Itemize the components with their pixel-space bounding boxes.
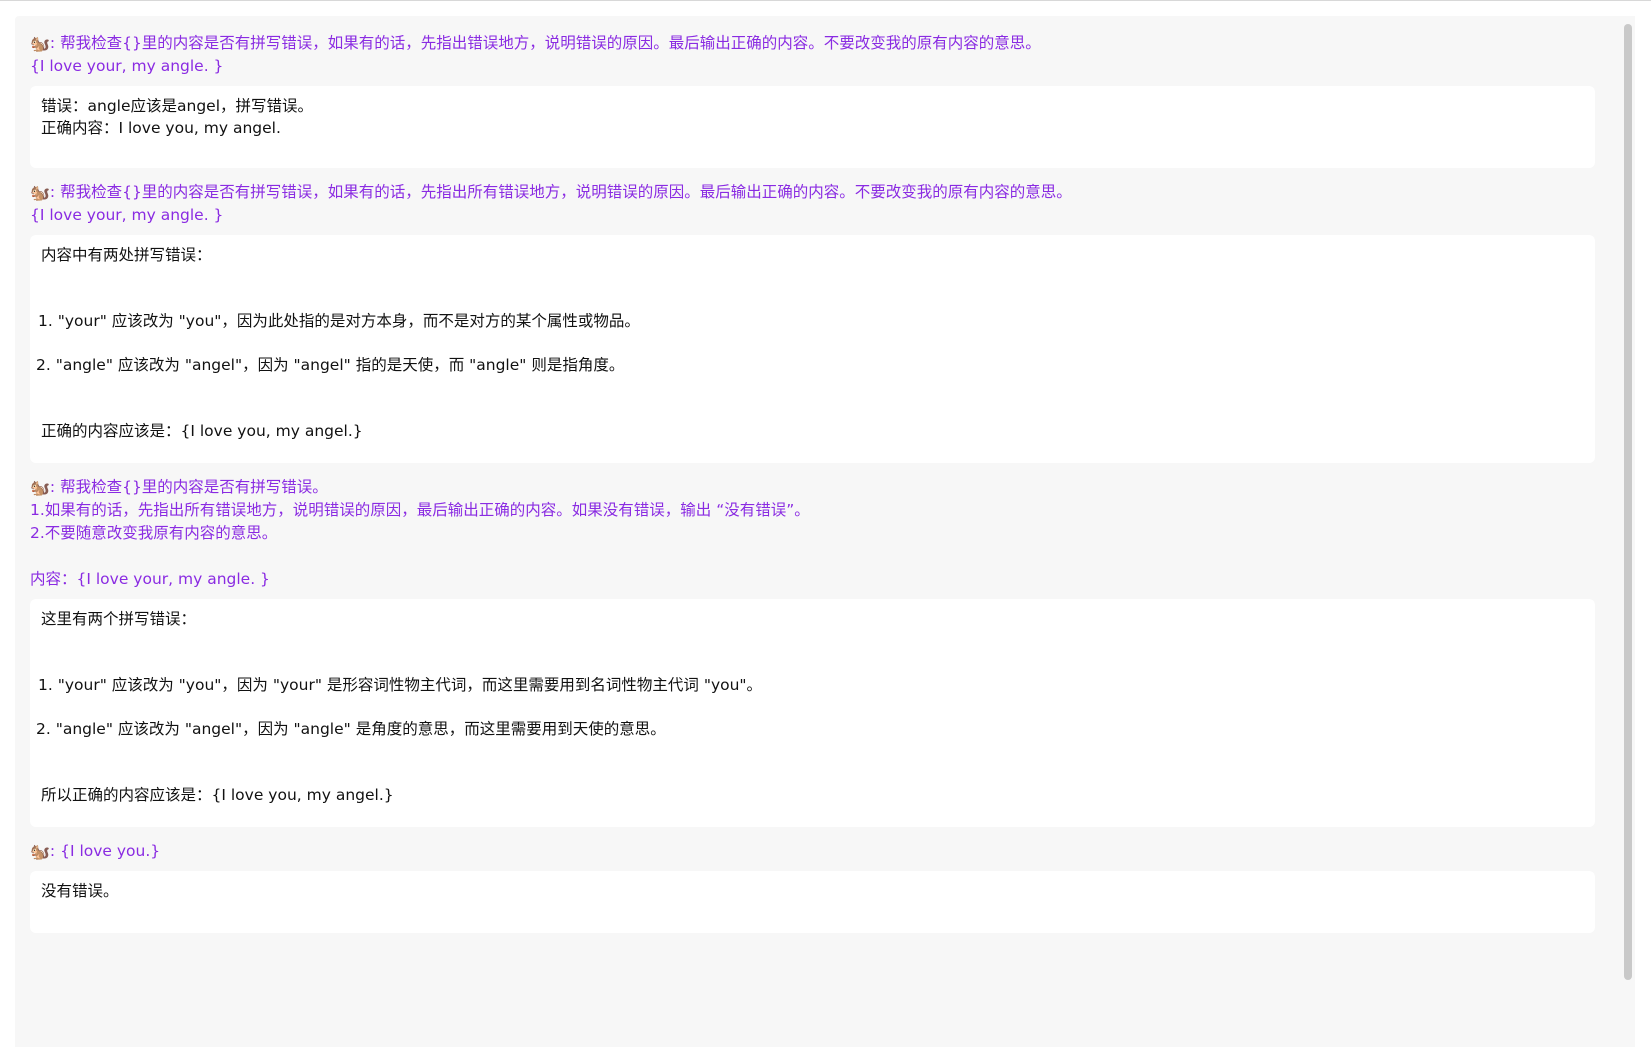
user-prompt: 🐿️: 帮我检查{}里的内容是否有拼写错误，如果有的话，先指出错误地方，说明错误… (30, 34, 1041, 75)
prompt-line: 内容：{I love your, my angle. } (30, 570, 270, 588)
user-prompt: 🐿️: {I love you.} (30, 842, 161, 861)
prompt-line: 帮我检查{}里的内容是否有拼写错误，如果有的话，先指出错误地方，说明错误的原因。… (60, 34, 1041, 52)
window-top-border (0, 0, 1651, 1)
chat-exchange: 🐿️: 帮我检查{}里的内容是否有拼写错误，如果有的话，先指出所有错误地方，说明… (30, 181, 1620, 463)
prompt-line: {I love your, my angle. } (30, 206, 224, 224)
assistant-reply: 错误：angle应该是angel，拼写错误。 正确内容：I love you, … (30, 86, 1595, 168)
assistant-reply: 没有错误。 (30, 871, 1595, 933)
prompt-line: 帮我检查{}里的内容是否有拼写错误。 (60, 478, 328, 496)
user-prompt: 🐿️: 帮我检查{}里的内容是否有拼写错误。 1.如果有的话，先指出所有错误地方… (30, 478, 810, 588)
assistant-reply: 这里有两个拼写错误： 1. "your" 应该改为 "you"，因为 "your… (30, 599, 1595, 827)
reply-line: 内容中有两处拼写错误： (41, 246, 212, 264)
prompt-line: 2.不要随意改变我原有内容的意思。 (30, 524, 278, 542)
scrollbar-thumb[interactable] (1624, 24, 1632, 980)
squirrel-avatar-icon: 🐿️ (30, 34, 50, 53)
reply-line: 正确内容：I love you, my angel. (41, 119, 281, 137)
vertical-scrollbar[interactable] (1621, 16, 1635, 1047)
prompt-line: {I love your, my angle. } (30, 57, 224, 75)
chat-panel[interactable]: 🐿️: 帮我检查{}里的内容是否有拼写错误，如果有的话，先指出错误地方，说明错误… (15, 16, 1635, 1047)
reply-list-item: 1. "your" 应该改为 "you"，因为此处指的是对方本身，而不是对方的某… (38, 312, 640, 330)
squirrel-avatar-icon: 🐿️ (30, 842, 50, 861)
reply-line: 所以正确的内容应该是：{I love you, my angel.} (41, 786, 394, 804)
prompt-line: 帮我检查{}里的内容是否有拼写错误，如果有的话，先指出所有错误地方，说明错误的原… (60, 183, 1072, 201)
prompt-line: {I love you.} (60, 842, 161, 860)
reply-line: 这里有两个拼写错误： (41, 610, 197, 628)
reply-list-item: 1. "your" 应该改为 "you"，因为 "your" 是形容词性物主代词… (38, 676, 763, 694)
reply-list-item: 2. "angle" 应该改为 "angel"，因为 "angel" 指的是天使… (36, 356, 625, 374)
reply-line: 没有错误。 (41, 882, 119, 900)
reply-list-item: 2. "angle" 应该改为 "angel"，因为 "angle" 是角度的意… (36, 720, 666, 738)
prompt-line: 1.如果有的话，先指出所有错误地方，说明错误的原因，最后输出正确的内容。如果没有… (30, 501, 810, 519)
chat-exchange: 🐿️: 帮我检查{}里的内容是否有拼写错误。 1.如果有的话，先指出所有错误地方… (30, 476, 1620, 827)
squirrel-avatar-icon: 🐿️ (30, 183, 50, 202)
chat-exchange: 🐿️: {I love you.} 没有错误。 (30, 840, 1620, 933)
chat-exchange: 🐿️: 帮我检查{}里的内容是否有拼写错误，如果有的话，先指出错误地方，说明错误… (30, 32, 1620, 168)
squirrel-avatar-icon: 🐿️ (30, 478, 50, 497)
reply-line: 错误：angle应该是angel，拼写错误。 (41, 97, 314, 115)
user-prompt: 🐿️: 帮我检查{}里的内容是否有拼写错误，如果有的话，先指出所有错误地方，说明… (30, 183, 1072, 224)
assistant-reply: 内容中有两处拼写错误： 1. "your" 应该改为 "you"，因为此处指的是… (30, 235, 1595, 463)
reply-line: 正确的内容应该是：{I love you, my angel.} (41, 422, 363, 440)
